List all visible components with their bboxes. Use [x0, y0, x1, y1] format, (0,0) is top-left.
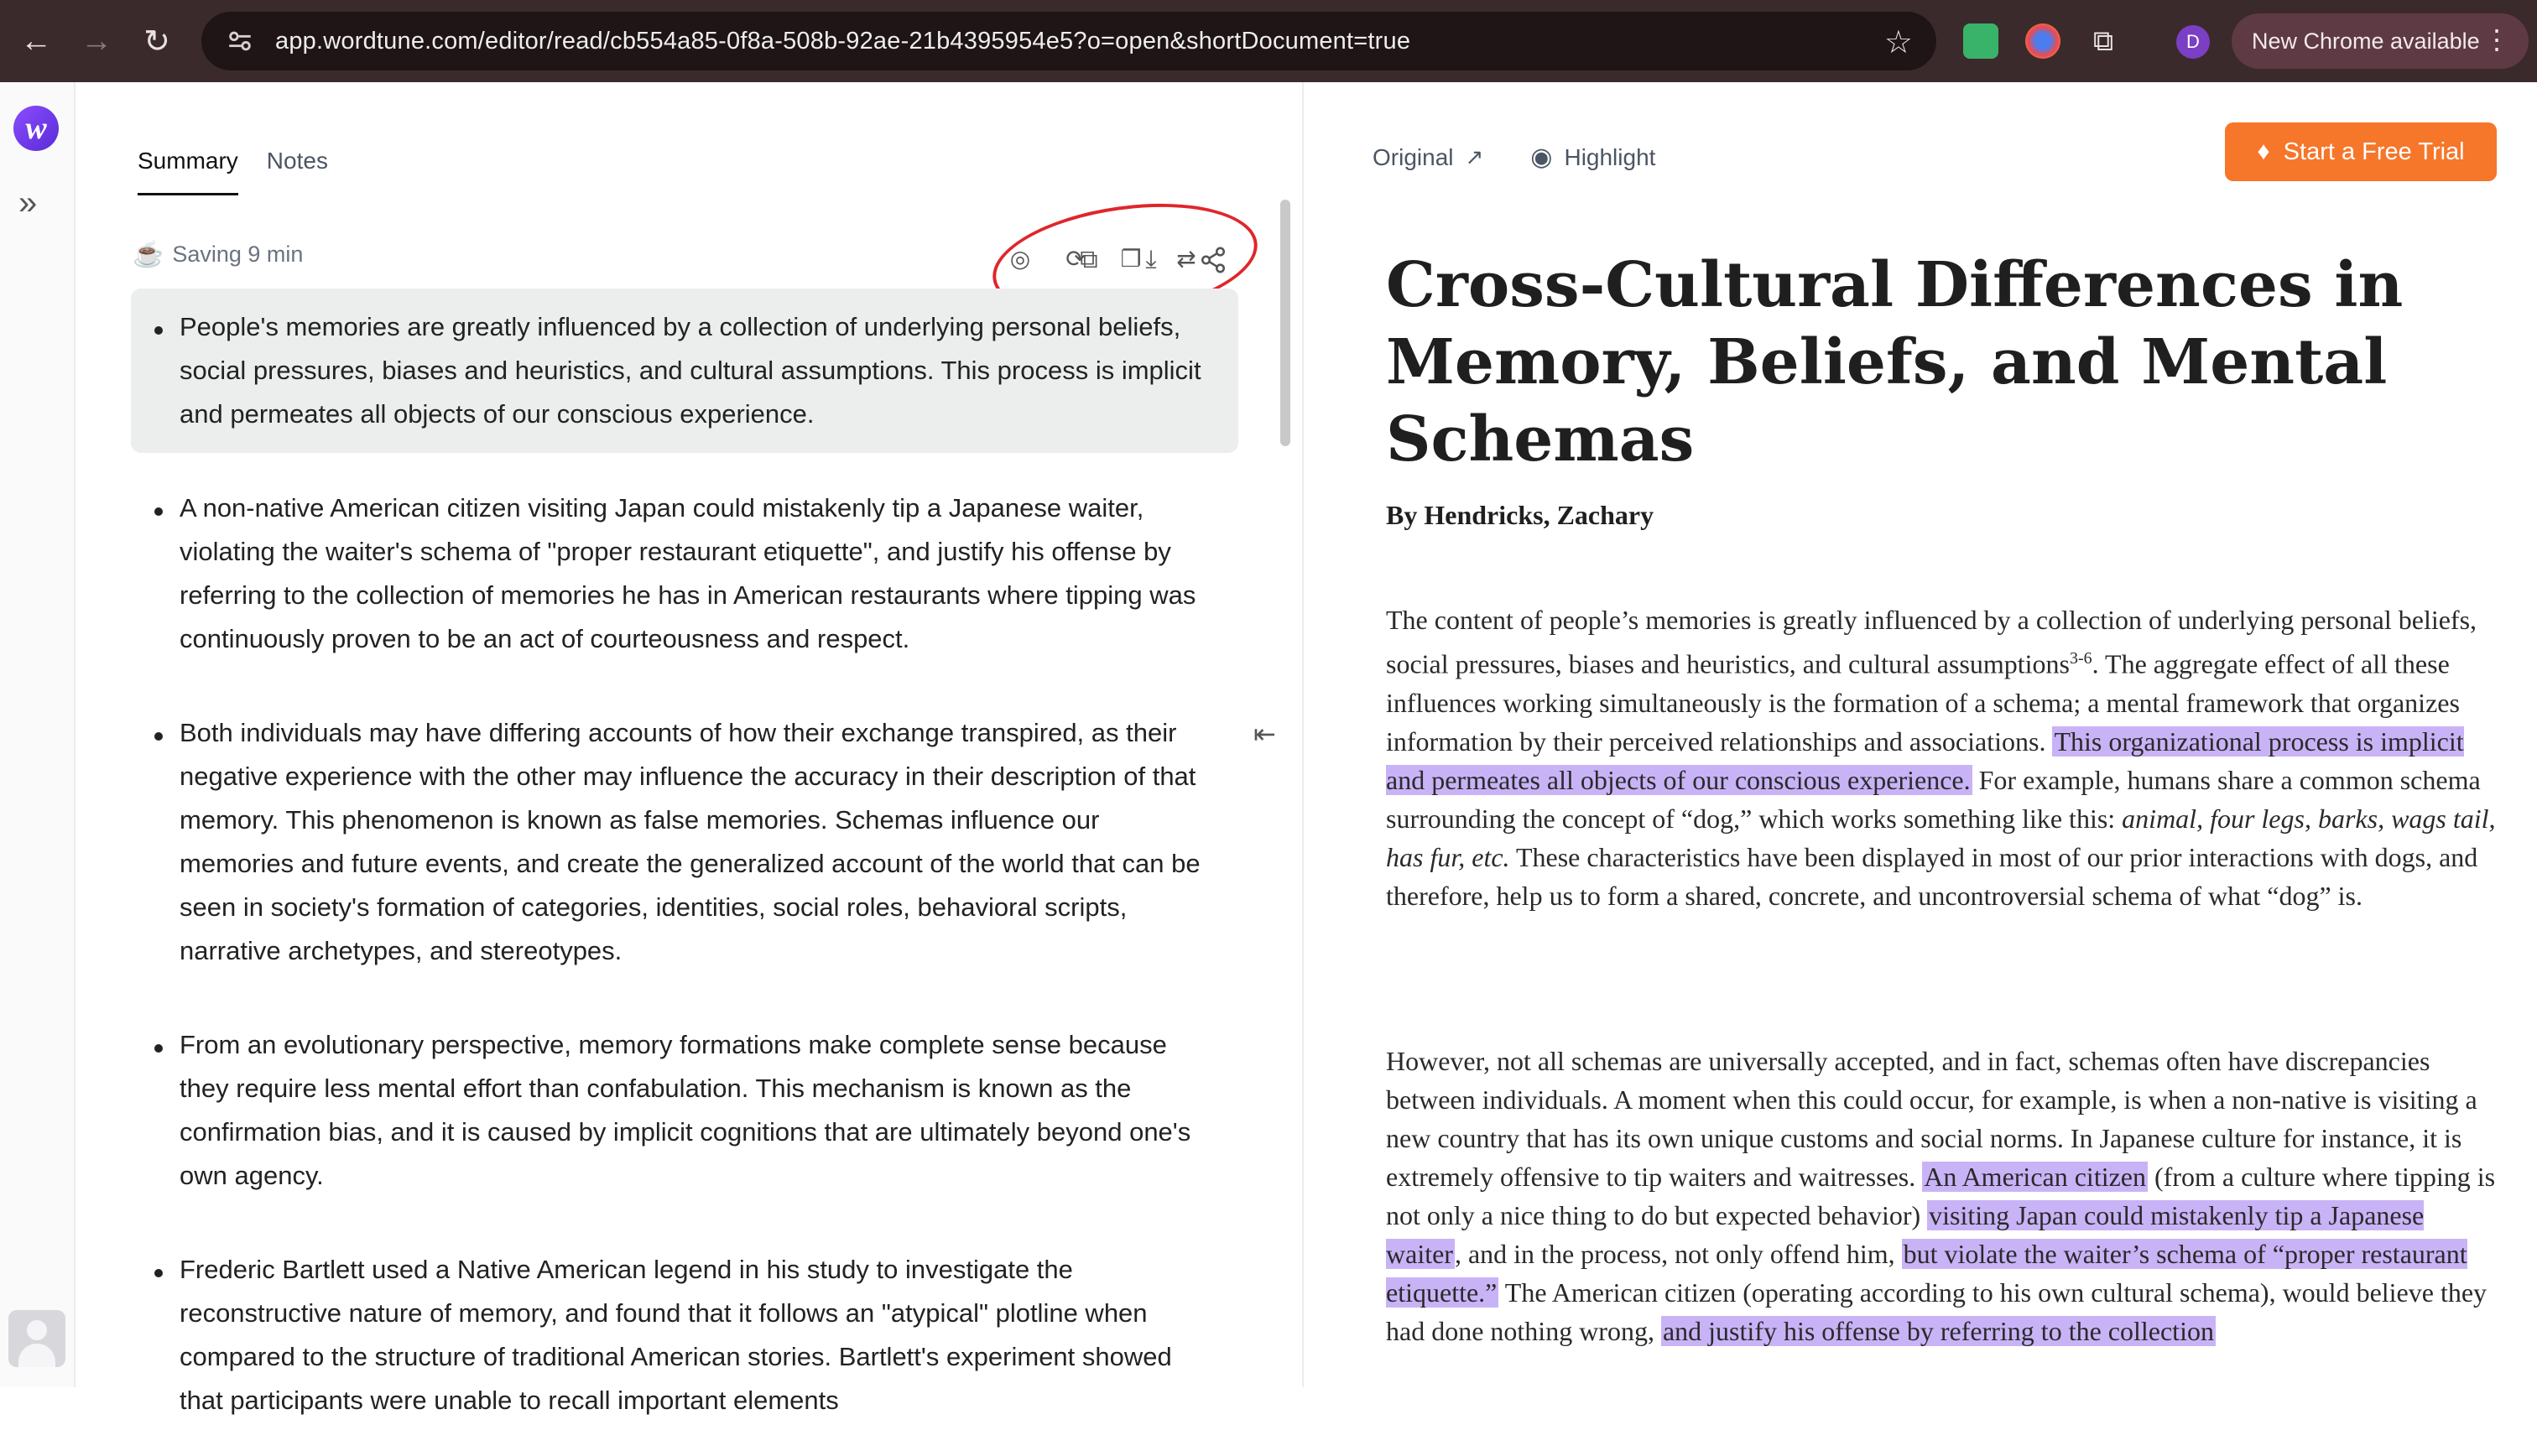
document-title: Cross-Cultural Differences in Memory, Be… — [1386, 249, 2404, 476]
forward-arrow-icon[interactable]: → — [74, 18, 119, 64]
extension-icon[interactable] — [2025, 23, 2060, 59]
start-free-trial-button[interactable]: ♦ Start a Free Trial — [2225, 122, 2497, 181]
original-link[interactable]: Original — [1373, 144, 1453, 171]
update-chrome-label: New Chrome available — [2252, 28, 2480, 54]
summary-panel: Summary Notes ☕ Saving 9 min ◎ ⟳ ❐ ⇄ ⧉ ⤓… — [77, 82, 1304, 1415]
summary-bullet[interactable]: Both individuals may have differing acco… — [131, 694, 1238, 990]
extension-icon[interactable] — [1963, 23, 1998, 59]
summary-list: People's memories are greatly influenced… — [131, 289, 1238, 1456]
user-avatar[interactable] — [8, 1310, 65, 1367]
address-bar[interactable]: app.wordtune.com/editor/read/cb554a85-0f… — [201, 12, 1936, 70]
extensions-puzzle-icon[interactable]: ⧉ — [2081, 18, 2126, 64]
scrollbar[interactable] — [1280, 200, 1290, 446]
collapse-panel-icon[interactable]: ⇤ — [1253, 718, 1276, 750]
saving-label: Saving 9 min — [172, 242, 304, 267]
highlighted-sentence[interactable]: An American citizen — [1922, 1162, 2148, 1192]
highlight-toggle[interactable]: Highlight — [1564, 144, 1655, 171]
bookmark-star-icon[interactable]: ☆ — [1884, 23, 1913, 61]
summary-bullet[interactable]: From an evolutionary perspective, memory… — [131, 1006, 1238, 1214]
summary-bullet[interactable]: Frederic Bartlett used a Native American… — [131, 1231, 1238, 1439]
original-header: Original ↗ ◉ Highlight — [1373, 143, 1655, 172]
more-vert-icon[interactable]: ⋮ — [2483, 23, 2510, 55]
time-saving-indicator: ☕ Saving 9 min — [133, 240, 303, 269]
summary-bullet[interactable]: People's memories are greatly influenced… — [131, 289, 1238, 453]
wordtune-logo[interactable]: w — [13, 106, 59, 151]
diamond-icon: ♦ — [2257, 138, 2270, 165]
url-text[interactable]: app.wordtune.com/editor/read/cb554a85-0f… — [275, 28, 1410, 55]
trial-label: Start a Free Trial — [2283, 138, 2465, 165]
external-link-icon[interactable]: ↗ — [1465, 144, 1483, 170]
coffee-cup-icon: ☕ — [133, 241, 164, 268]
document-byline: By Hendricks, Zachary — [1386, 500, 1654, 530]
back-arrow-icon[interactable]: ← — [13, 18, 59, 64]
browser-toolbar: ← → ↻ app.wordtune.com/editor/read/cb554… — [0, 0, 2537, 82]
update-chrome-button[interactable]: New Chrome available ⋮ — [2232, 13, 2529, 69]
profile-avatar[interactable]: D — [2176, 25, 2210, 59]
expand-sidebar-icon[interactable]: » — [18, 185, 37, 222]
eye-icon[interactable]: ◉ — [1530, 143, 1552, 172]
document-paragraph: However, not all schemas are universally… — [1386, 1046, 2496, 1346]
reload-icon[interactable]: ↻ — [134, 18, 180, 64]
tab-summary[interactable]: Summary — [138, 148, 238, 195]
document-paragraph: The content of people’s memories is grea… — [1386, 605, 2496, 911]
highlighted-sentence[interactable]: and justify his offense by referring to … — [1660, 1316, 2216, 1346]
tab-notes[interactable]: Notes — [267, 148, 328, 195]
app-sidebar-rail: w » — [0, 82, 76, 1387]
site-settings-icon[interactable] — [223, 24, 257, 58]
original-panel: Original ↗ ◉ Highlight ♦ Start a Free Tr… — [1305, 82, 2537, 1387]
summary-tabs: Summary Notes — [138, 148, 328, 195]
summary-bullet[interactable]: A non-native American citizen visiting J… — [131, 470, 1238, 678]
